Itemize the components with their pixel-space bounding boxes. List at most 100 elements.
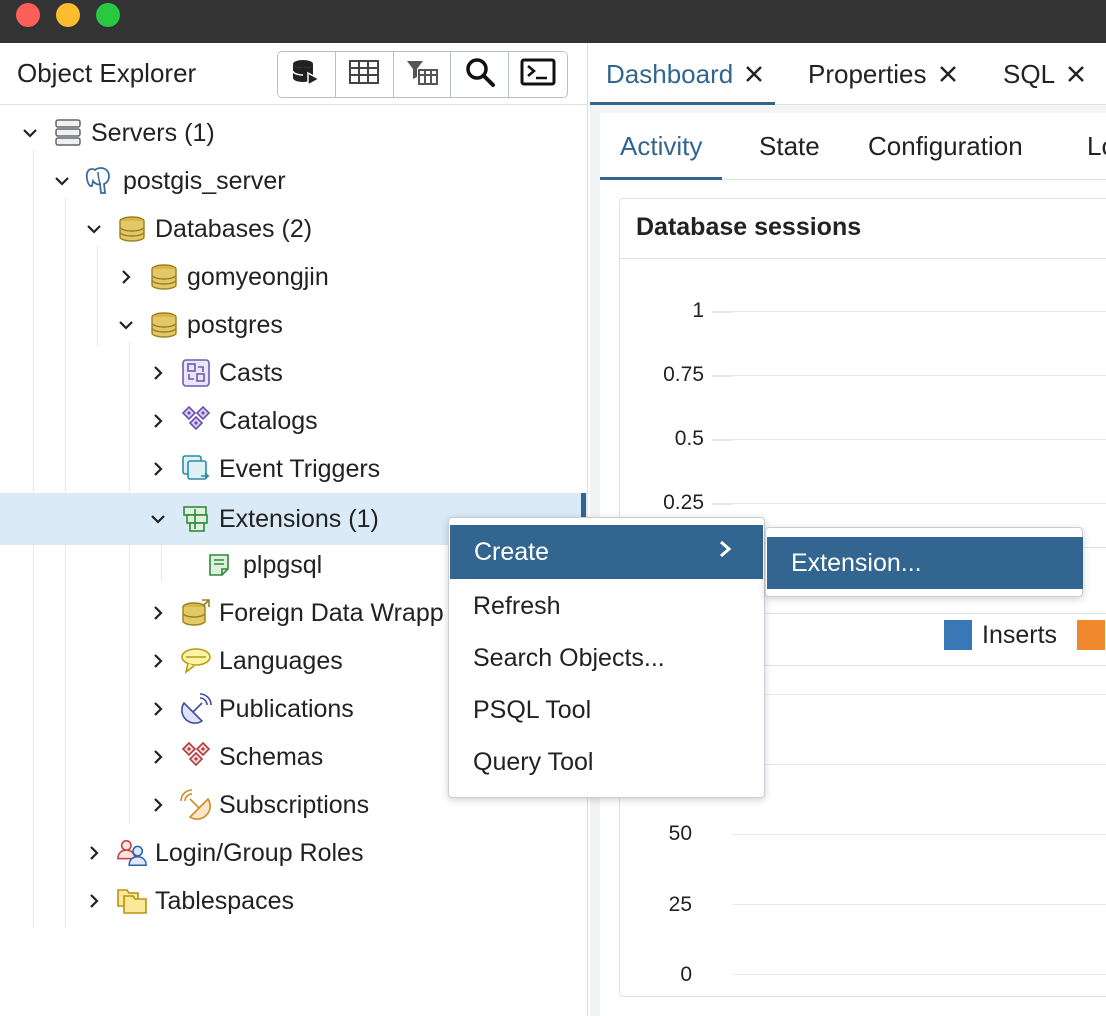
tree-node-label: Tablespaces: [155, 886, 294, 915]
dashboard-subtabs: Activity State Configuration Lo: [600, 113, 1106, 180]
query-tool-button[interactable]: [278, 52, 336, 97]
servers-icon: [52, 117, 84, 149]
chevron-right-icon[interactable]: [148, 651, 168, 671]
database-icon: [148, 309, 180, 341]
tree-node-database-postgres[interactable]: postgres: [0, 301, 588, 349]
grid-line: [732, 904, 1106, 905]
menu-item-label: Refresh: [473, 591, 561, 620]
chevron-right-icon[interactable]: [84, 891, 104, 911]
folders-icon: [116, 885, 148, 917]
tree-node-label: Event Triggers: [219, 454, 381, 483]
casts-icon: [180, 357, 212, 389]
psql-tool-button[interactable]: [509, 52, 567, 97]
chevron-right-icon[interactable]: [148, 411, 168, 431]
y-tick-mark: [712, 375, 732, 377]
database-play-icon: [290, 56, 322, 93]
tree-node-databases[interactable]: Databases (2): [0, 205, 588, 253]
chevron-right-icon: [717, 538, 733, 567]
close-window-button[interactable]: [16, 3, 40, 27]
tab-sql[interactable]: SQL: [1003, 43, 1085, 105]
tab-label: Dashboard: [606, 58, 734, 89]
tree-node-login-group-roles[interactable]: Login/Group Roles: [0, 829, 588, 877]
tree-node-label: Casts: [219, 358, 283, 387]
chevron-down-icon[interactable]: [116, 315, 136, 335]
subtab-logs[interactable]: Lo: [1087, 113, 1106, 180]
main-tabs: Dashboard Properties SQL: [590, 43, 1106, 105]
subtab-configuration[interactable]: Configuration: [868, 113, 1023, 180]
tree-node-label: Foreign Data Wrapp: [219, 598, 444, 627]
grid-line: [732, 375, 1106, 376]
search-objects-button[interactable]: [451, 52, 510, 97]
grid-line: [732, 764, 1106, 765]
menu-item-refresh[interactable]: Refresh: [449, 580, 764, 632]
panel-title: Object Explorer: [17, 58, 197, 88]
zoom-window-button[interactable]: [96, 3, 120, 27]
tree-node-event-triggers[interactable]: Event Triggers: [0, 445, 588, 493]
y-tick-label: 0: [680, 963, 692, 986]
menu-item-label: Query Tool: [473, 747, 594, 776]
subtab-label: Activity: [620, 131, 703, 161]
tab-properties[interactable]: Properties: [808, 43, 957, 105]
chevron-down-icon[interactable]: [20, 123, 40, 143]
chevron-right-icon[interactable]: [116, 267, 136, 287]
menu-item-extension[interactable]: Extension...: [767, 537, 1083, 589]
tree-node-servers[interactable]: Servers (1): [0, 109, 588, 157]
catalogs-icon: [180, 405, 212, 437]
chevron-right-icon[interactable]: [148, 363, 168, 383]
tree-node-label: Servers: [91, 118, 178, 147]
menu-item-create[interactable]: Create: [450, 525, 763, 579]
menu-item-label: PSQL Tool: [473, 695, 592, 724]
tree-node-label: Login/Group Roles: [155, 838, 364, 867]
card-title: Database sessions: [636, 213, 862, 241]
close-icon[interactable]: [939, 65, 957, 83]
menu-item-label: Create: [474, 537, 550, 566]
view-data-button[interactable]: [335, 52, 394, 97]
chevron-right-icon[interactable]: [148, 747, 168, 767]
chevron-down-icon[interactable]: [84, 219, 104, 239]
chevron-right-icon[interactable]: [148, 699, 168, 719]
tree-node-label: plpgsql: [243, 550, 323, 579]
filtered-rows-button[interactable]: [393, 52, 452, 97]
chevron-right-icon[interactable]: [148, 603, 168, 623]
tree-node-label: Catalogs: [219, 406, 318, 435]
chevron-right-icon[interactable]: [148, 459, 168, 479]
minimize-window-button[interactable]: [56, 3, 80, 27]
tree-node-server[interactable]: postgis_server: [0, 157, 588, 205]
subtab-state[interactable]: State: [759, 113, 820, 180]
chevron-right-icon[interactable]: [148, 795, 168, 815]
search-icon: [464, 56, 496, 93]
tree-node-count: (1): [184, 118, 215, 147]
grid-line: [732, 834, 1106, 835]
tab-dashboard[interactable]: Dashboard: [590, 43, 776, 105]
card-header: Database sessions: [620, 199, 1106, 259]
grid-line: [732, 311, 1106, 312]
tree-node-count: (2): [281, 214, 313, 243]
subtab-label: Lo: [1087, 131, 1106, 161]
chevron-down-icon[interactable]: [52, 171, 72, 191]
databases-icon: [116, 213, 148, 245]
elephant-icon: [84, 165, 116, 197]
y-tick-mark: [712, 439, 732, 441]
create-submenu: Extension...: [765, 527, 1083, 597]
tree-node-tablespaces[interactable]: Tablespaces: [0, 877, 588, 925]
chevron-down-icon[interactable]: [148, 509, 168, 529]
chevron-right-icon[interactable]: [84, 843, 104, 863]
subscriptions-icon: [180, 789, 212, 821]
context-menu: Create Refresh Search Objects... PSQL To…: [448, 517, 765, 798]
y-tick-label: 0.5: [674, 427, 704, 450]
table-icon: [348, 58, 380, 91]
menu-item-psql-tool[interactable]: PSQL Tool: [449, 684, 764, 736]
tree-node-database-gomyeongjin[interactable]: gomyeongjin: [0, 253, 588, 301]
close-icon[interactable]: [1067, 65, 1085, 83]
table-filter-icon: [405, 58, 439, 91]
database-icon: [148, 261, 180, 293]
tree-node-catalogs[interactable]: Catalogs: [0, 397, 588, 445]
grid-line: [732, 694, 1106, 695]
menu-item-search-objects[interactable]: Search Objects...: [449, 632, 764, 684]
subtab-activity[interactable]: Activity: [600, 113, 723, 180]
y-tick-label: 0.25: [663, 491, 704, 514]
menu-item-query-tool[interactable]: Query Tool: [449, 736, 764, 788]
tree-node-casts[interactable]: Casts: [0, 349, 588, 397]
window-titlebar: [0, 0, 1106, 43]
close-icon[interactable]: [745, 65, 763, 83]
